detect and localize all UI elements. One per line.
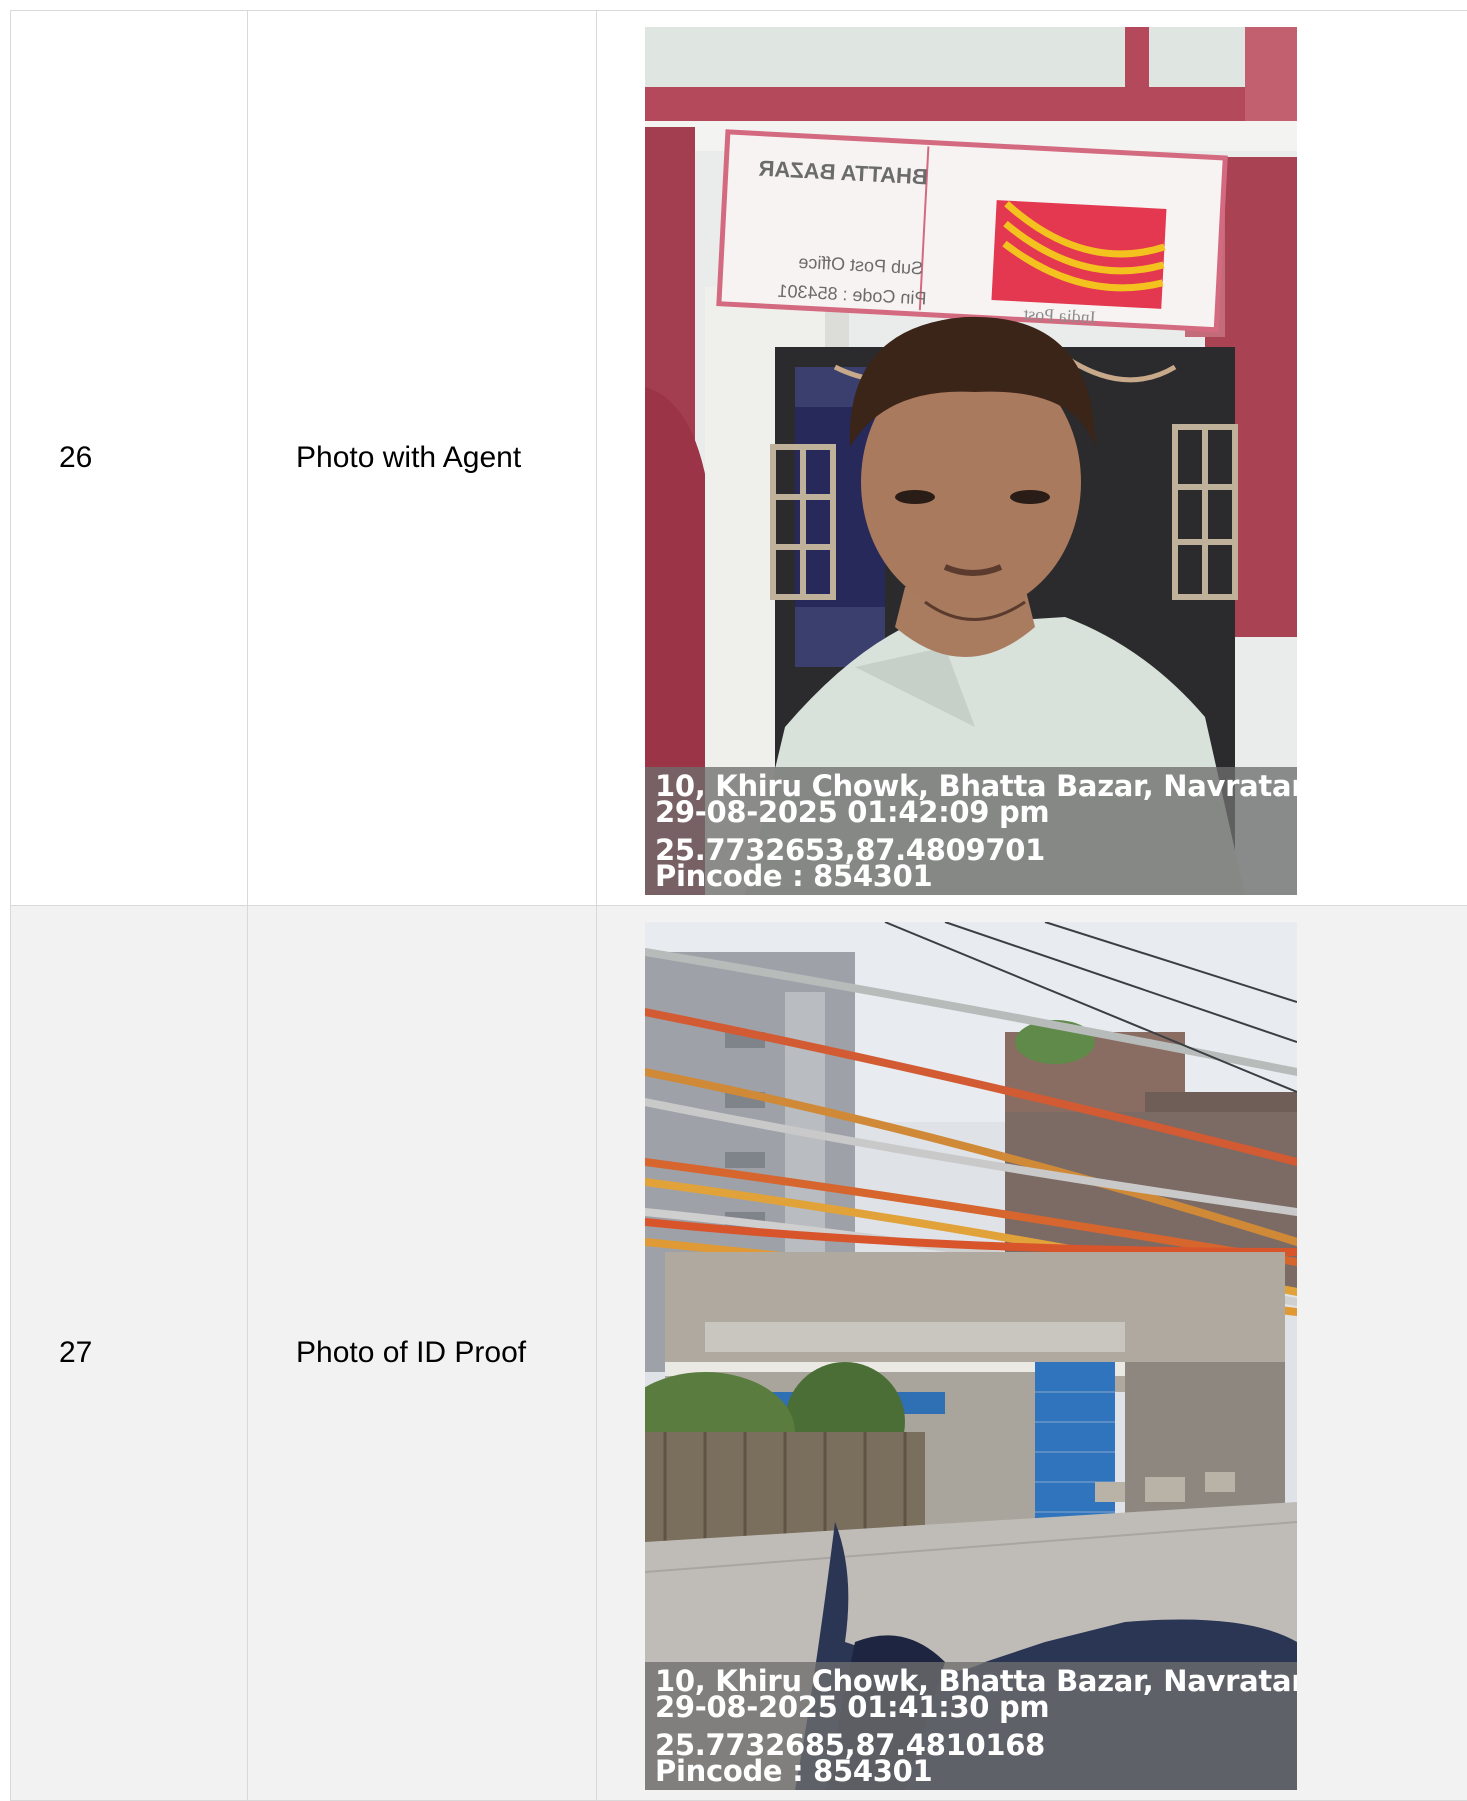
- table-row: 27 Photo of ID Proof 10, Khiru Chowk, Bh…: [10, 906, 1467, 1801]
- geotag-pincode: Pincode : 854301: [655, 859, 933, 893]
- photo-cell: 10, Khiru Chowk, Bhatta Bazar, Navratan …: [596, 906, 1467, 1800]
- photo-label: Photo of ID Proof: [296, 1336, 527, 1369]
- geotag-overlay: 10, Khiru Chowk, Bhatta Bazar, Navratan …: [645, 767, 1297, 895]
- photo-label: Photo with Agent: [296, 441, 522, 474]
- id-proof-photo: 10, Khiru Chowk, Bhatta Bazar, Navratan …: [645, 922, 1297, 1790]
- photo-cell: BHATTA BAZAR Sub Post Office Pin Code : …: [596, 11, 1467, 905]
- geotag-datetime: 29-08-2025 01:41:30 pm: [655, 1690, 1050, 1724]
- serial-number: 26: [59, 441, 93, 474]
- serial-cell: 26: [10, 11, 247, 905]
- geotag-overlay: 10, Khiru Chowk, Bhatta Bazar, Navratan …: [645, 1662, 1297, 1790]
- agent-photo-image: BHATTA BAZAR Sub Post Office Pin Code : …: [645, 27, 1297, 895]
- signboard-brand: India Post: [1023, 304, 1096, 328]
- serial-cell: 27: [10, 906, 247, 1800]
- label-cell: Photo of ID Proof: [247, 906, 596, 1800]
- geotag-datetime: 29-08-2025 01:42:09 pm: [655, 795, 1050, 829]
- agent-photo: BHATTA BAZAR Sub Post Office Pin Code : …: [645, 27, 1297, 895]
- photo-table: 26 Photo with Agent BHATTA BAZAR Sub Pos…: [10, 10, 1467, 1801]
- serial-number: 27: [59, 1336, 93, 1369]
- geotag-pincode: Pincode : 854301: [655, 1754, 933, 1788]
- label-cell: Photo with Agent: [247, 11, 596, 905]
- table-row: 26 Photo with Agent BHATTA BAZAR Sub Pos…: [10, 11, 1467, 906]
- id-proof-photo-image: [645, 922, 1297, 1790]
